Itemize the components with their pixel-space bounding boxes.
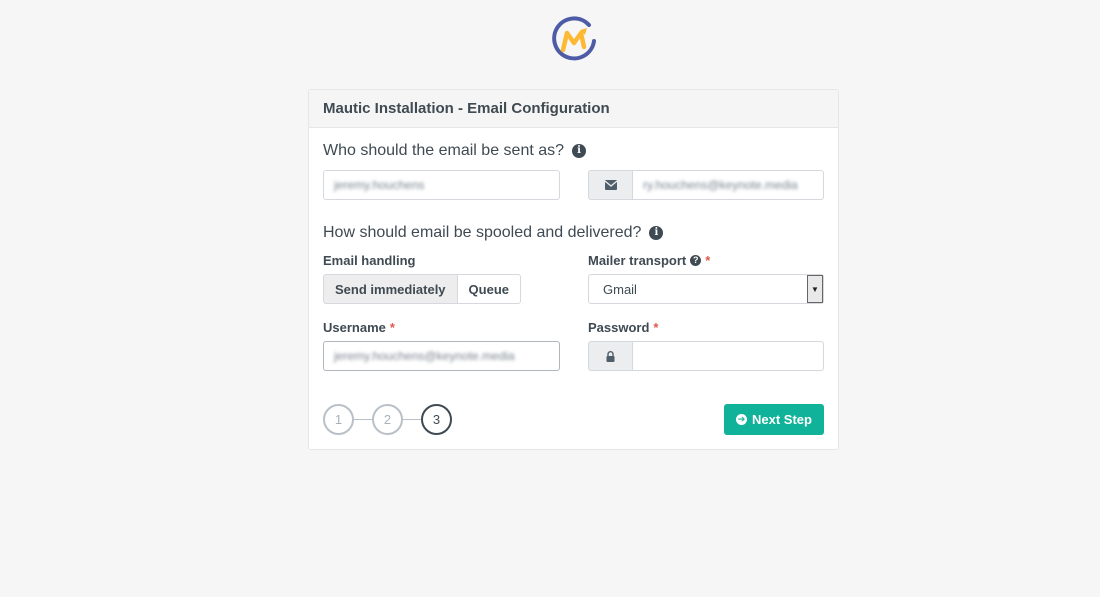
mailer-transport-select[interactable]: Gmail ▼ — [588, 274, 824, 304]
username-label: Username * — [323, 320, 395, 335]
password-label: Password * — [588, 320, 659, 335]
chevron-down-icon[interactable]: ▼ — [807, 275, 823, 303]
help-icon[interactable]: ? — [690, 255, 702, 266]
lock-icon — [588, 341, 632, 371]
username-input[interactable]: jeremy.houchens@keynote.media — [323, 341, 560, 371]
next-step-button[interactable]: ➔ Next Step — [724, 404, 824, 435]
send-immediately-button[interactable]: Send immediately — [323, 274, 458, 304]
installation-panel: Mautic Installation - Email Configuratio… — [308, 89, 839, 450]
step-indicator: 1 2 3 — [323, 404, 452, 435]
envelope-icon — [588, 170, 632, 200]
email-handling-label: Email handling — [323, 253, 416, 268]
step-1[interactable]: 1 — [323, 404, 354, 435]
step-2[interactable]: 2 — [372, 404, 403, 435]
from-email-input[interactable]: ry.houchens@keynote.media — [632, 170, 824, 200]
info-icon[interactable]: i — [572, 144, 587, 158]
panel-title: Mautic Installation - Email Configuratio… — [309, 90, 838, 128]
email-handling-toggle: Send immediately Queue — [323, 274, 522, 304]
mautic-logo — [552, 16, 596, 61]
step-connector — [403, 419, 421, 420]
arrow-circle-right-icon: ➔ — [736, 414, 748, 425]
from-name-input[interactable]: jeremy.houchens — [323, 170, 560, 200]
password-input[interactable] — [632, 341, 824, 371]
mailer-transport-label: Mailer transport ? * — [588, 253, 711, 268]
delivery-question: How should email be spooled and delivere… — [323, 224, 664, 242]
sender-question: Who should the email be sent as? i — [323, 142, 587, 160]
queue-button[interactable]: Queue — [457, 274, 522, 304]
info-icon[interactable]: i — [649, 226, 664, 240]
step-3: 3 — [421, 404, 452, 435]
step-connector — [354, 419, 372, 420]
